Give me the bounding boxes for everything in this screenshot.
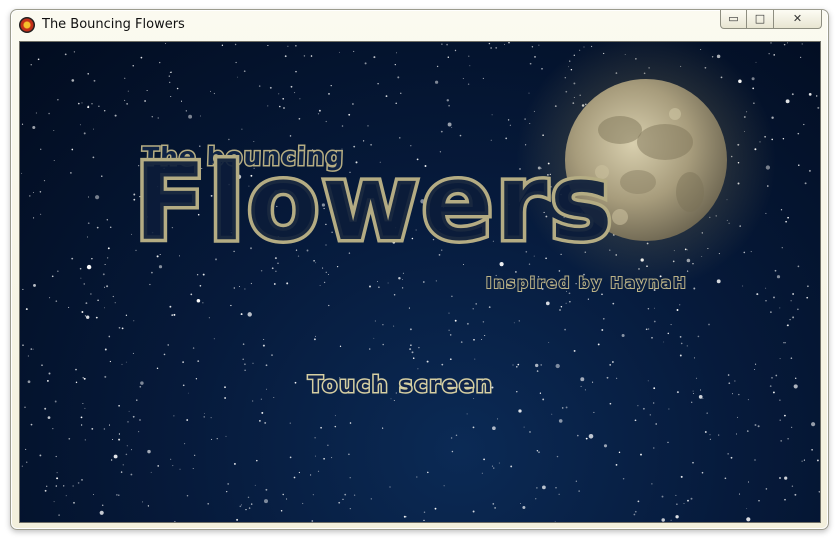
credit-text: Inspired by HaynaH [485,273,688,293]
game-canvas[interactable]: The bouncing Flowers Inspired by HaynaH … [19,41,821,523]
minimize-icon: ▭ [728,12,739,25]
app-icon [19,17,35,33]
maximize-icon: □ [754,12,766,25]
game-window: The Bouncing Flowers ▭ □ ✕ The bouncing … [10,9,829,530]
maximize-button[interactable]: □ [747,10,774,29]
close-icon: ✕ [792,12,803,25]
logo-title: Flowers [131,141,617,264]
minimize-button[interactable]: ▭ [720,10,747,29]
close-button[interactable]: ✕ [774,10,822,29]
window-controls: ▭ □ ✕ [720,10,822,30]
game-logo: The bouncing Flowers Inspired by HaynaH … [20,42,820,522]
window-title: The Bouncing Flowers [42,17,185,32]
touch-screen-prompt[interactable]: Touch screen [307,372,494,400]
title-bar[interactable]: The Bouncing Flowers ▭ □ ✕ [11,10,828,40]
